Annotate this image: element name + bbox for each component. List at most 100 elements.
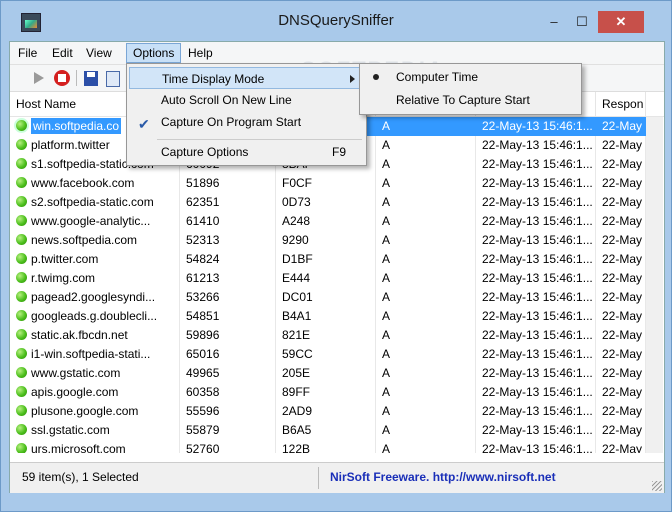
copy-icon[interactable] (106, 71, 120, 87)
table-cell: 22-May-13 15:46:1... (476, 383, 596, 402)
cell-host-name: news.softpedia.com (10, 231, 180, 250)
table-cell: 22-May-13 15:46:1... (476, 307, 596, 326)
title-bar[interactable]: DNSQuerySniffer – ☐ ✕ (1, 1, 671, 41)
host-name-text: p.twitter.com (31, 252, 99, 266)
menu-item-capture-options[interactable]: Capture Options F9 (129, 141, 364, 163)
table-cell: 22-May (596, 117, 646, 136)
host-name-text: urs.microsoft.com (31, 442, 126, 453)
host-name-text: plusone.google.com (31, 404, 139, 418)
status-dot-icon (16, 253, 27, 264)
cell-host-name: googleads.g.doublecli... (10, 307, 180, 326)
menu-item-label: Auto Scroll On New Line (161, 93, 292, 107)
status-dot-icon (16, 424, 27, 435)
save-icon[interactable] (84, 71, 98, 86)
menu-item-auto-scroll[interactable]: Auto Scroll On New Line (129, 89, 364, 111)
start-capture-icon[interactable] (30, 69, 48, 87)
menu-edit[interactable]: Edit (46, 44, 79, 62)
cell-host-name: apis.google.com (10, 383, 180, 402)
table-cell: 22-May (596, 269, 646, 288)
table-cell: 22-May (596, 421, 646, 440)
table-row[interactable]: static.ak.fbcdn.net 59896 821E A 22-May-13 1… (10, 326, 664, 345)
table-row[interactable]: www.facebook.com 51896 F0CF A 22-May-13 15:4… (10, 174, 664, 193)
table-cell: A (376, 288, 476, 307)
menu-options[interactable]: Options (126, 43, 182, 63)
column-header-response[interactable]: Respon (596, 92, 646, 116)
menu-view[interactable]: View (80, 44, 118, 62)
menu-bar: File Edit View Options Help (10, 42, 664, 65)
app-window: DNSQuerySniffer – ☐ ✕ File Edit View Opt… (0, 0, 672, 512)
table-row[interactable]: googleads.g.doublecli... 54851 B4A1 A 22-May… (10, 307, 664, 326)
cell-host-name: pagead2.googlesyndi... (10, 288, 180, 307)
table-cell: A (376, 345, 476, 364)
table-cell: 60358 (180, 383, 276, 402)
table-row[interactable]: i1-win.softpedia-stati... 65016 59CC A 22-Ma… (10, 345, 664, 364)
host-name-text: r.twimg.com (31, 271, 96, 285)
table-row[interactable]: urs.microsoft.com 52760 122B A 22-May-13 15:… (10, 440, 664, 453)
table-cell: 61213 (180, 269, 276, 288)
table-row[interactable]: www.gstatic.com 49965 205E A 22-May-13 15:46… (10, 364, 664, 383)
host-name-text: platform.twitter (31, 138, 110, 152)
table-cell: 205E (276, 364, 376, 383)
menu-item-time-display-mode[interactable]: Time Display Mode (129, 67, 364, 89)
table-cell: 52760 (180, 440, 276, 453)
table-row[interactable]: apis.google.com 60358 89FF A 22-May-13 15:46… (10, 383, 664, 402)
cell-host-name: www.facebook.com (10, 174, 180, 193)
table-cell: A (376, 421, 476, 440)
stop-capture-icon[interactable] (54, 70, 70, 86)
table-cell: 22-May-13 15:46:1... (476, 421, 596, 440)
status-dot-icon (16, 310, 27, 321)
minimize-button[interactable]: – (541, 13, 567, 33)
table-cell: DC01 (276, 288, 376, 307)
table-cell: F0CF (276, 174, 376, 193)
table-row[interactable]: s2.softpedia-static.com 62351 0D73 A 22-May-… (10, 193, 664, 212)
menu-item-label: Capture On Program Start (161, 115, 302, 129)
status-separator (318, 467, 319, 489)
menu-item-shortcut: F9 (331, 145, 346, 159)
table-row[interactable]: ssl.gstatic.com 55879 B6A5 A 22-May-13 15:46… (10, 421, 664, 440)
options-menu: Time Display Mode Auto Scroll On New Lin… (126, 63, 367, 166)
submenu-item-computer-time[interactable]: Computer Time (362, 66, 579, 88)
table-row[interactable]: pagead2.googlesyndi... 53266 DC01 A 22-May-1… (10, 288, 664, 307)
submenu-item-label: Relative To Capture Start (396, 93, 530, 107)
vertical-scrollbar[interactable] (646, 117, 663, 453)
table-cell: 22-May-13 15:46:1... (476, 440, 596, 453)
table-cell: A (376, 212, 476, 231)
table-cell: 51896 (180, 174, 276, 193)
table-cell: 22-May-13 15:46:1... (476, 231, 596, 250)
host-name-text: www.gstatic.com (31, 366, 121, 380)
table-cell: 22-May (596, 345, 646, 364)
table-cell: 22-May (596, 155, 646, 174)
status-item-count: 59 item(s), 1 Selected (22, 470, 139, 484)
checkmark-icon: ✔ (138, 116, 150, 132)
radio-selected-icon (373, 74, 379, 80)
resize-grip-icon[interactable] (652, 481, 662, 491)
status-dot-icon (16, 367, 27, 378)
table-row[interactable]: www.google-analytic... 61410 A248 A 22-May-1… (10, 212, 664, 231)
menu-separator (157, 139, 362, 140)
menu-item-capture-on-start[interactable]: ✔ Capture On Program Start (129, 111, 364, 133)
table-cell: 821E (276, 326, 376, 345)
cell-host-name: plusone.google.com (10, 402, 180, 421)
submenu-item-relative-time[interactable]: Relative To Capture Start (362, 89, 579, 111)
table-row[interactable]: news.softpedia.com 52313 9290 A 22-May-13 15… (10, 231, 664, 250)
table-cell: A (376, 250, 476, 269)
table-cell: A248 (276, 212, 376, 231)
nirsoft-link[interactable]: NirSoft Freeware. http://www.nirsoft.net (330, 470, 556, 484)
cell-host-name: s2.softpedia-static.com (10, 193, 180, 212)
table-cell: A (376, 193, 476, 212)
table-cell: 22-May-13 15:46:1... (476, 174, 596, 193)
table-row[interactable]: p.twitter.com 54824 D1BF A 22-May-13 15:46:1… (10, 250, 664, 269)
close-button[interactable]: ✕ (598, 11, 644, 33)
cell-host-name: www.google-analytic... (10, 212, 180, 231)
menu-help[interactable]: Help (182, 44, 219, 62)
table-row[interactable]: r.twimg.com 61213 E444 A 22-May-13 15:46:1..… (10, 269, 664, 288)
table-cell: 22-May (596, 250, 646, 269)
host-name-text: www.google-analytic... (31, 214, 151, 228)
table-row[interactable]: plusone.google.com 55596 2AD9 A 22-May-13 15… (10, 402, 664, 421)
table-cell: A (376, 155, 476, 174)
maximize-button[interactable]: ☐ (569, 13, 595, 33)
status-dot-icon (16, 234, 27, 245)
menu-item-label: Time Display Mode (162, 72, 265, 86)
table-cell: 22-May-13 15:46:1... (476, 212, 596, 231)
menu-file[interactable]: File (12, 44, 43, 62)
